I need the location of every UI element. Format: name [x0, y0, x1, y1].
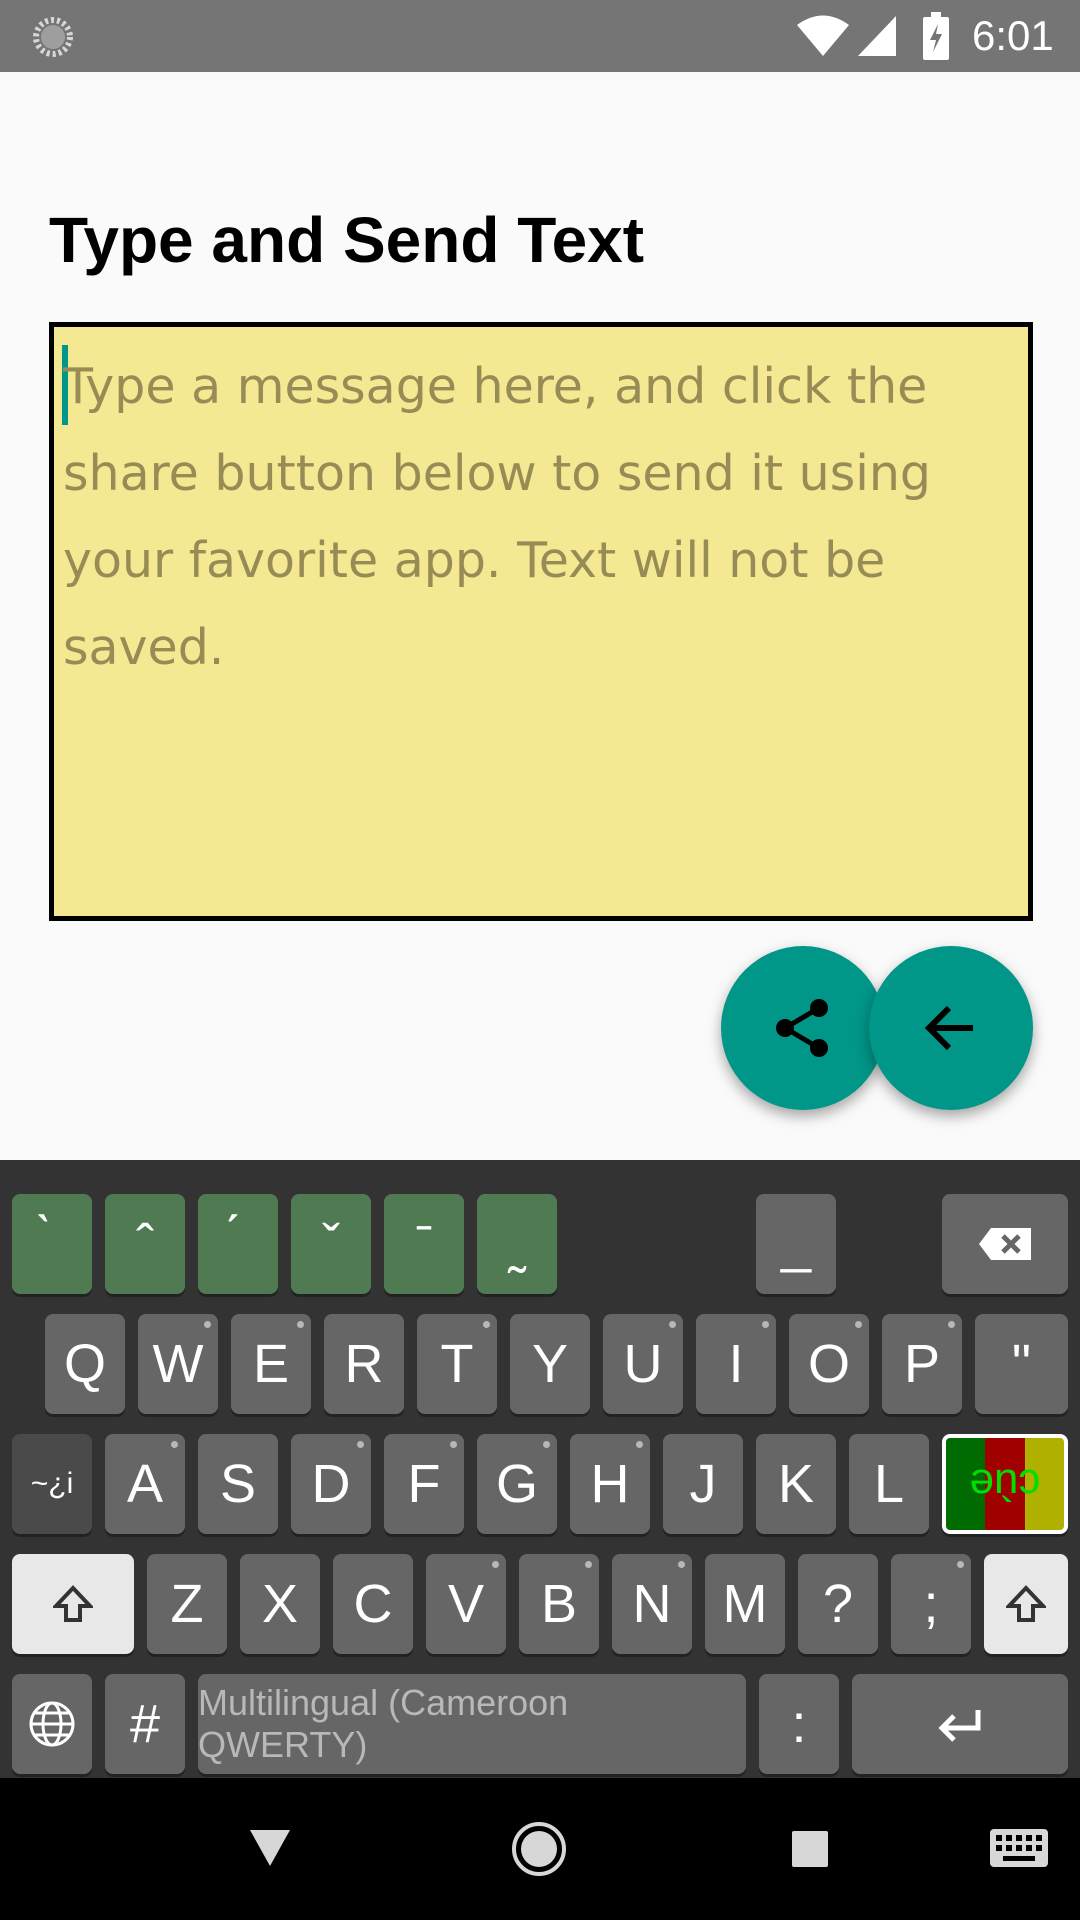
key-enter[interactable]	[852, 1674, 1068, 1774]
arrow-back-icon	[924, 1005, 973, 1051]
key-diacritic-grave[interactable]: ̀	[12, 1194, 92, 1294]
key-dot	[948, 1321, 955, 1328]
key-dot	[669, 1321, 676, 1328]
globe-icon	[29, 1701, 75, 1747]
back-button[interactable]	[869, 946, 1033, 1110]
flag-key-label: cùe	[969, 1460, 1041, 1509]
key-dot	[678, 1561, 685, 1568]
key-hash[interactable]: #	[105, 1674, 185, 1774]
key-dot	[585, 1561, 592, 1568]
key-diacritic-macron[interactable]: ̄	[384, 1194, 464, 1294]
backspace-icon	[979, 1228, 1031, 1260]
key-a[interactable]: A	[105, 1434, 185, 1534]
key-language-globe[interactable]	[12, 1674, 92, 1774]
battery-charging-icon	[923, 12, 949, 60]
message-text-area[interactable]: Type a message here, and click the share…	[49, 322, 1033, 921]
key-dot	[450, 1441, 457, 1448]
key-question[interactable]: ?	[798, 1554, 878, 1654]
share-icon	[776, 999, 828, 1057]
key-dot	[483, 1321, 490, 1328]
key-b[interactable]: B	[519, 1554, 599, 1654]
status-time: 6:01	[972, 12, 1054, 59]
key-y[interactable]: Y	[510, 1314, 590, 1414]
key-colon[interactable]: :	[759, 1674, 839, 1774]
key-w[interactable]: W	[138, 1314, 218, 1414]
key-dot	[204, 1321, 211, 1328]
key-dot	[357, 1441, 364, 1448]
key-dot	[855, 1321, 862, 1328]
key-dot	[492, 1561, 499, 1568]
navigation-bar	[0, 1778, 1080, 1920]
share-button[interactable]	[721, 946, 885, 1110]
key-backspace[interactable]	[942, 1194, 1068, 1294]
key-d[interactable]: D	[291, 1434, 371, 1534]
status-bar: 6:01	[0, 0, 1080, 72]
key-c[interactable]: C	[333, 1554, 413, 1654]
key-dot	[762, 1321, 769, 1328]
wifi-icon	[797, 15, 849, 56]
key-diacritic-caron[interactable]: ̌	[291, 1194, 371, 1294]
key-u[interactable]: U	[603, 1314, 683, 1414]
enter-icon	[938, 1710, 981, 1742]
cell-signal-icon	[858, 16, 896, 56]
key-i[interactable]: I	[696, 1314, 776, 1414]
key-dot	[543, 1441, 550, 1448]
key-z[interactable]: Z	[147, 1554, 227, 1654]
shift-icon	[53, 1585, 93, 1622]
message-placeholder: Type a message here, and click the share…	[63, 358, 932, 676]
key-symbols-alt[interactable]: ~¿i	[12, 1434, 92, 1534]
key-shift-left[interactable]	[12, 1554, 134, 1654]
key-j[interactable]: J	[663, 1434, 743, 1534]
key-o[interactable]: O	[789, 1314, 869, 1414]
key-q[interactable]: Q	[45, 1314, 125, 1414]
key-space[interactable]: Multilingual (Cameroon QWERTY)	[198, 1674, 746, 1774]
key-diacritic-circumflex[interactable]: ̂	[105, 1194, 185, 1294]
keyboard-icon[interactable]	[989, 1828, 1049, 1868]
cameroon-flag-icon: cùe	[946, 1438, 1064, 1530]
page-title: Type and Send Text	[49, 204, 645, 276]
key-g[interactable]: G	[477, 1434, 557, 1534]
key-shift-right[interactable]	[984, 1554, 1068, 1654]
key-dot	[636, 1441, 643, 1448]
key-semicolon[interactable]: ;	[891, 1554, 971, 1654]
key-l[interactable]: L	[849, 1434, 929, 1534]
key-x[interactable]: X	[240, 1554, 320, 1654]
key-s[interactable]: S	[198, 1434, 278, 1534]
key-k[interactable]: K	[756, 1434, 836, 1534]
key-quote[interactable]: "	[975, 1314, 1068, 1414]
loading-icon	[33, 17, 73, 57]
soft-keyboard: ̀ ̂ ́ ̌ ̄ ̰ _ Q W E R T Y U I O P " ~¿i …	[0, 1160, 1080, 1778]
home-circle-icon[interactable]	[511, 1821, 567, 1877]
back-triangle-icon[interactable]	[248, 1828, 292, 1868]
shift-icon	[1006, 1585, 1046, 1622]
key-h[interactable]: H	[570, 1434, 650, 1534]
key-t[interactable]: T	[417, 1314, 497, 1414]
key-dot	[957, 1561, 964, 1568]
key-r[interactable]: R	[324, 1314, 404, 1414]
key-diacritic-acute[interactable]: ́	[198, 1194, 278, 1294]
key-p[interactable]: P	[882, 1314, 962, 1414]
key-n[interactable]: N	[612, 1554, 692, 1654]
key-e[interactable]: E	[231, 1314, 311, 1414]
space-label: Multilingual (Cameroon QWERTY)	[198, 1682, 569, 1765]
key-f[interactable]: F	[384, 1434, 464, 1534]
key-diacritic-tilde-below[interactable]: ̰	[477, 1194, 557, 1294]
key-m[interactable]: M	[705, 1554, 785, 1654]
recents-square-icon[interactable]	[791, 1830, 829, 1868]
key-dot	[297, 1321, 304, 1328]
key-language-switch[interactable]: cùe	[942, 1434, 1068, 1534]
key-dot	[171, 1441, 178, 1448]
key-v[interactable]: V	[426, 1554, 506, 1654]
key-underscore[interactable]: _	[756, 1194, 836, 1294]
